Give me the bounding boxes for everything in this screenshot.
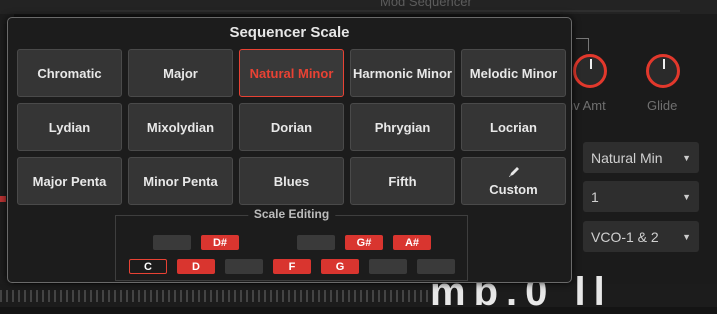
note-toggle-c[interactable]: C [129,259,167,274]
dialog-title: Sequencer Scale [229,24,350,41]
scale-button-major-penta[interactable]: Major Penta [17,157,122,205]
bracket-decoration [576,38,589,51]
scale-editing-panel: Scale Editing D# G# A# C D F G [115,207,468,281]
chevron-down-icon: ▼ [682,191,691,202]
note-toggle-g[interactable]: G [321,259,359,274]
note-toggle-e[interactable] [225,259,263,274]
scale-button-lydian[interactable]: Lydian [17,103,122,151]
scale-button-harmonic-minor[interactable]: Harmonic Minor [350,49,455,97]
left-indicator [0,196,6,202]
division-dropdown[interactable]: 1 ▼ [583,181,699,212]
keyboard-strip [0,290,430,302]
scale-button-natural-minor[interactable]: Natural Minor [239,49,344,97]
destination-dropdown-value: VCO-1 & 2 [591,228,659,245]
note-toggle-a-sharp[interactable]: A# [393,235,431,250]
custom-label: Custom [489,182,538,197]
window-title: Mod Sequencer [380,0,472,9]
scale-editing-label: Scale Editing [247,207,336,221]
scale-button-phrygian[interactable]: Phrygian [350,103,455,151]
scale-button-mixolydian[interactable]: Mixolydian [128,103,233,151]
note-toggle-c-sharp[interactable] [153,235,191,250]
note-toggle-g-sharp[interactable]: G# [345,235,383,250]
scale-button-fifth[interactable]: Fifth [350,157,455,205]
destination-dropdown[interactable]: VCO-1 & 2 ▼ [583,221,699,252]
glide-label: Glide [647,98,678,113]
scale-button-blues[interactable]: Blues [239,157,344,205]
chevron-down-icon: ▼ [682,231,691,242]
note-toggle-a[interactable] [369,259,407,274]
scale-dropdown-value: Natural Min [591,149,663,166]
note-toggle-b[interactable] [417,259,455,274]
pencil-icon [508,167,519,177]
scale-button-custom[interactable]: Custom [461,157,566,205]
note-toggle-f-sharp[interactable] [297,235,335,250]
note-toggle-d-sharp[interactable]: D# [201,235,239,250]
scale-dropdown[interactable]: Natural Min ▼ [583,142,699,173]
scale-button-minor-penta[interactable]: Minor Penta [128,157,233,205]
scale-button-locrian[interactable]: Locrian [461,103,566,151]
chevron-down-icon: ▼ [682,152,691,163]
title-divider [100,10,680,12]
division-dropdown-value: 1 [591,188,599,205]
scale-button-melodic-minor[interactable]: Melodic Minor [461,49,566,97]
env-amount-knob[interactable] [573,54,607,88]
scale-grid: Chromatic Major Natural Minor Harmonic Mino… [17,49,566,205]
note-toggle-f[interactable]: F [273,259,311,274]
glide-knob[interactable] [646,54,680,88]
scale-button-major[interactable]: Major [128,49,233,97]
scale-button-chromatic[interactable]: Chromatic [17,49,122,97]
scale-button-dorian[interactable]: Dorian [239,103,344,151]
sequencer-scale-dialog: Sequencer Scale Chromatic Major Natural Mi… [7,17,572,283]
note-toggle-d[interactable]: D [177,259,215,274]
